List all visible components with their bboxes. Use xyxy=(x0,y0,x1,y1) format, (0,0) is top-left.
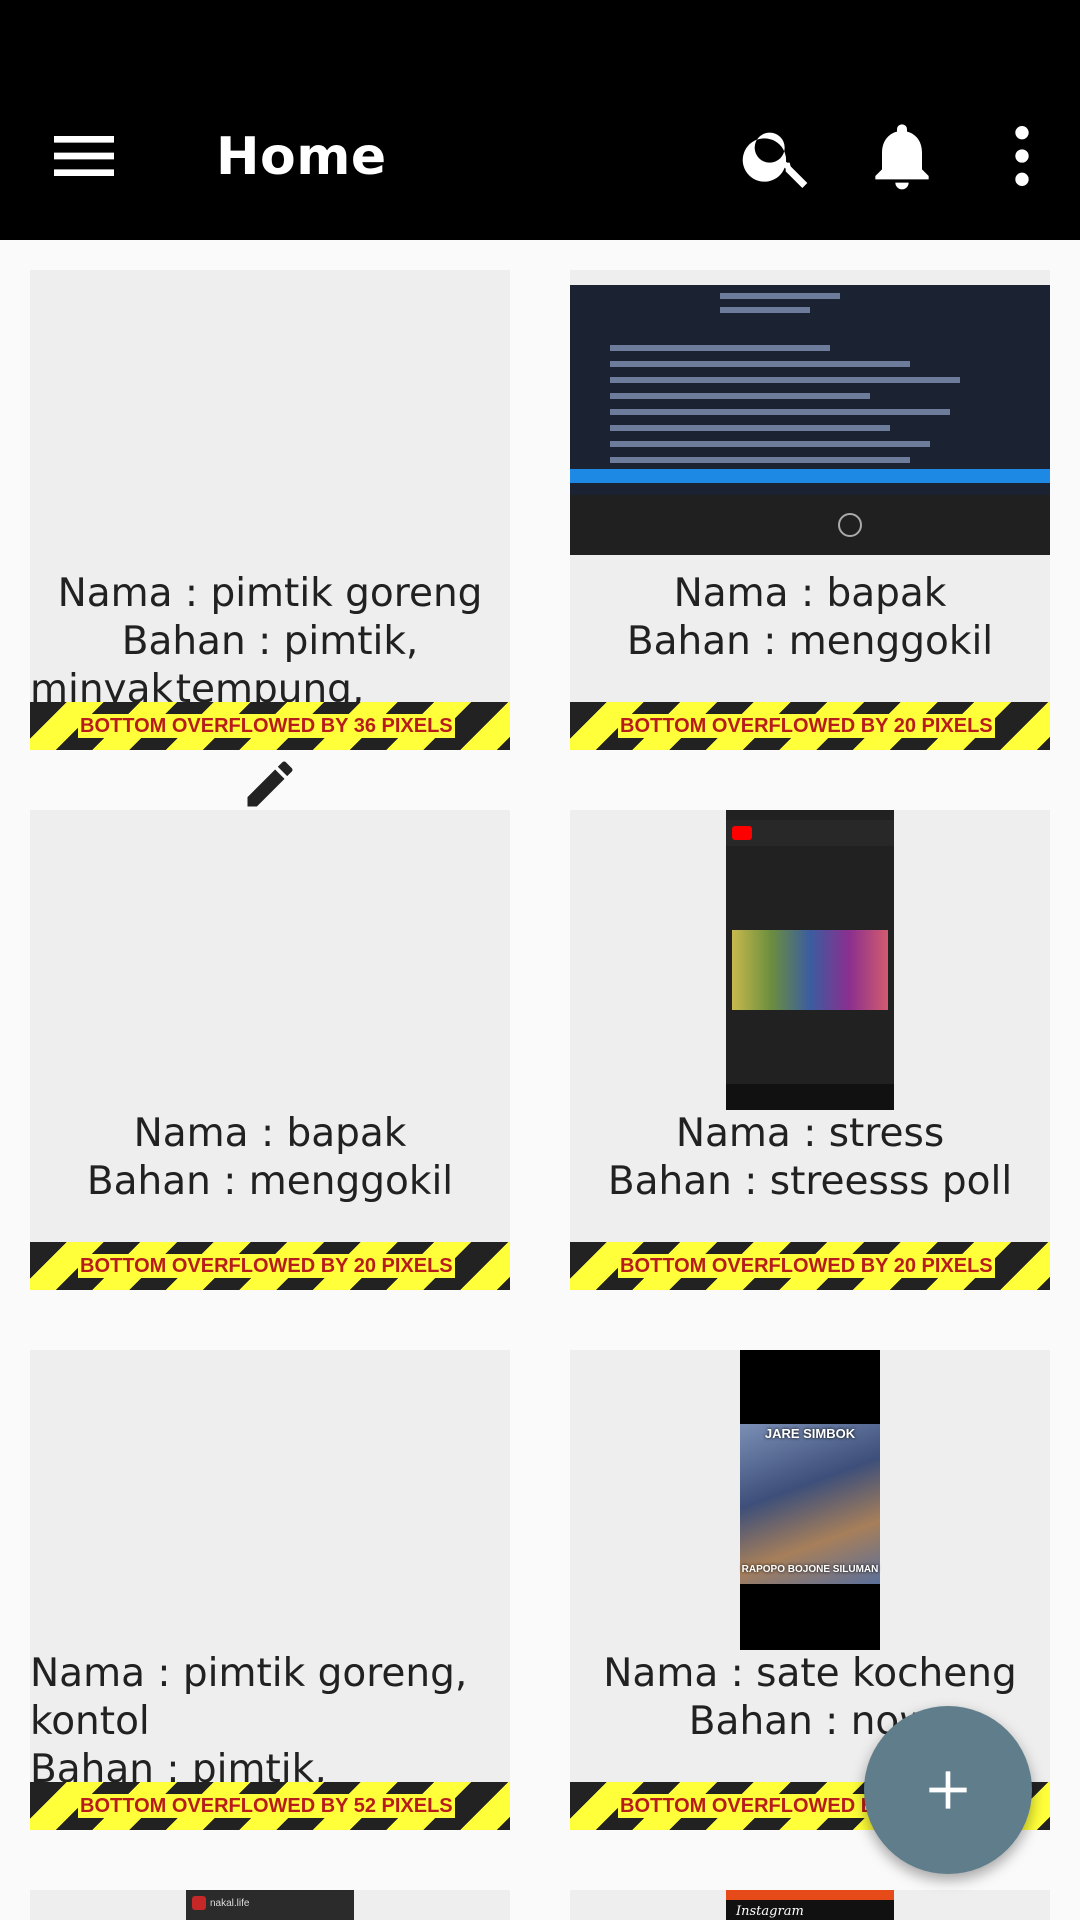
card-image: nakal.life xyxy=(186,1890,354,1920)
recipe-card[interactable]: Instagram xyxy=(570,1890,1050,1920)
overflow-warning: BOTTOM OVERFLOWED BY 20 PIXELS xyxy=(30,1242,510,1290)
meme-top-text: JARE SIMBOK xyxy=(764,1426,856,1441)
recipe-card[interactable]: nakal.life xyxy=(30,1890,510,1920)
card-name: Nama : bapak xyxy=(133,1111,407,1156)
card-name-cont: kontol xyxy=(30,1699,150,1744)
card-bahan: Bahan : streesss poll xyxy=(607,1159,1013,1204)
card-image: Instagram xyxy=(726,1890,894,1920)
overflow-warning: BOTTOM OVERFLOWED BY 36 PIXELS xyxy=(30,702,510,750)
recipe-card[interactable]: Nama : pimtik goreng Bahan : pimtik, tem… xyxy=(30,270,510,750)
app-bar: Home xyxy=(0,0,1080,240)
page-title: Home xyxy=(216,127,387,187)
recipe-card[interactable]: Nama : bapak Bahan : menggokil BOTTOM OV… xyxy=(570,270,1050,750)
overflow-warning-text: BOTTOM OVERFLOWED BY 52 PIXELS xyxy=(78,1794,455,1818)
search-icon[interactable] xyxy=(738,116,818,196)
card-image xyxy=(570,285,1050,555)
overflow-warning-text: BOTTOM OVERFLOWED BY 20 PIXELS xyxy=(618,1254,995,1278)
overflow-warning: BOTTOM OVERFLOWED BY 20 PIXELS xyxy=(570,702,1050,750)
add-icon xyxy=(929,1771,967,1809)
meme-bottom-text: RAPOPO BOJONE SILUMAN xyxy=(741,1564,879,1575)
card-name: Nama : bapak xyxy=(673,571,947,616)
card-name: Nama : sate kocheng xyxy=(603,1651,1017,1696)
card-image: JARE SIMBOK RAPOPO BOJONE SILUMAN xyxy=(740,1350,880,1650)
edit-icon[interactable] xyxy=(240,754,300,814)
card-bahan: Bahan : menggokil xyxy=(626,619,994,664)
recipe-card[interactable]: Nama : pimtik goreng, kontol Bahan : pim… xyxy=(30,1350,510,1830)
more-vert-icon[interactable] xyxy=(982,116,1062,196)
card-bahan: Bahan : menggokil xyxy=(86,1159,454,1204)
menu-icon[interactable] xyxy=(44,116,124,196)
card-name: Nama : pimtik goreng, xyxy=(30,1651,468,1696)
overflow-warning-text: BOTTOM OVERFLOWED BY 20 PIXELS xyxy=(78,1254,455,1278)
notifications-icon[interactable] xyxy=(862,116,942,196)
add-button[interactable] xyxy=(864,1706,1032,1874)
card-name: Nama : stress xyxy=(675,1111,945,1156)
recipe-card[interactable]: Nama : stress Bahan : streesss poll BOTT… xyxy=(570,810,1050,1290)
overflow-warning: BOTTOM OVERFLOWED BY 20 PIXELS xyxy=(570,1242,1050,1290)
recipe-card[interactable]: Nama : bapak Bahan : menggokil BOTTOM OV… xyxy=(30,810,510,1290)
overflow-warning: BOTTOM OVERFLOWED BY 52 PIXELS xyxy=(30,1782,510,1830)
overflow-warning-text: BOTTOM OVERFLOWED BY 36 PIXELS xyxy=(78,714,455,738)
overflow-warning-text: BOTTOM OVERFLOWED BY 20 PIXELS xyxy=(618,714,995,738)
card-image xyxy=(726,810,894,1110)
card-name: Nama : pimtik goreng xyxy=(57,571,483,616)
